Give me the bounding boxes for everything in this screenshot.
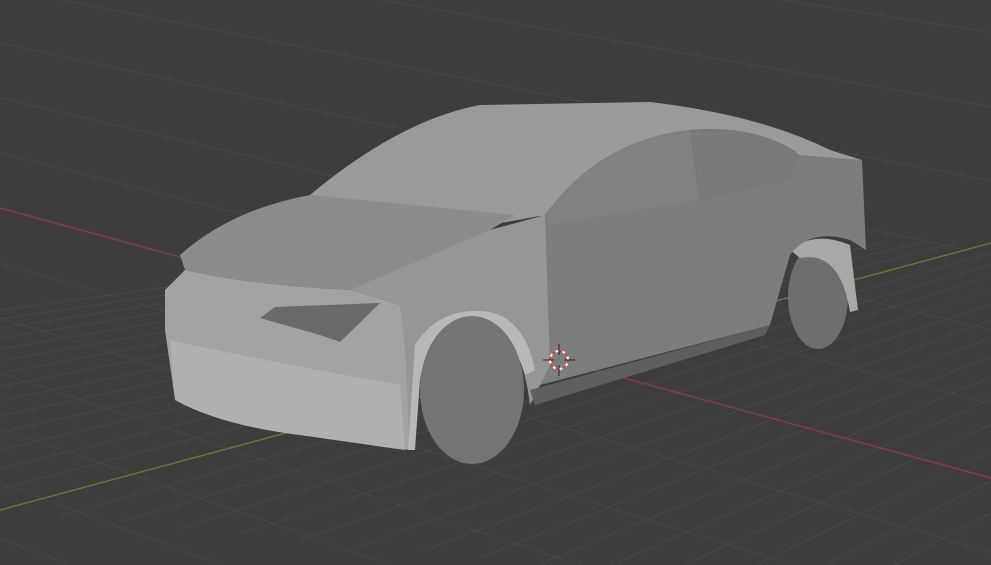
3d-viewport[interactable] — [0, 0, 991, 565]
front-wheel — [420, 316, 524, 464]
viewport-canvas[interactable] — [0, 0, 991, 565]
